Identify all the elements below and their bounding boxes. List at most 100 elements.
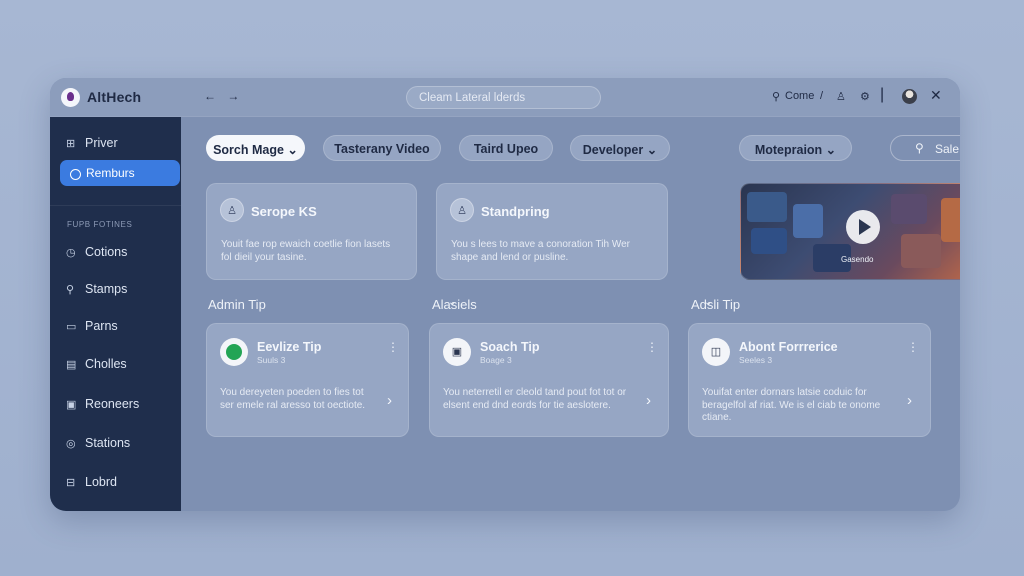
document-icon: ▤: [66, 359, 77, 371]
person-icon: ♙: [450, 198, 474, 222]
filter-chip-developer[interactable]: Developer ⌄: [570, 135, 670, 161]
chip-label: Taird Upeo: [473, 142, 539, 156]
card-title: Standpring: [481, 204, 550, 219]
thumbnail-block: [793, 204, 823, 238]
video-thumbnail[interactable]: Gasendo: [740, 183, 960, 280]
chevron-down-icon: ⌄: [646, 143, 658, 157]
cart-icon: ⊟: [66, 477, 76, 489]
play-icon[interactable]: [846, 210, 880, 244]
filter-chip-sorch-mage[interactable]: Sorch Mage ⌄: [206, 135, 305, 161]
chip-label: Developer: [582, 143, 644, 157]
section-heading: Admin Tip: [208, 297, 266, 312]
sidebar-item-stations[interactable]: ◎ Stations: [66, 436, 130, 450]
window-icon: ▭: [66, 321, 77, 333]
search-icon: ⚲: [915, 141, 924, 155]
more-icon[interactable]: ⋮: [907, 340, 919, 354]
separator: /: [820, 90, 824, 102]
sale-search-button[interactable]: ⚲ Sale ⌄: [890, 135, 960, 161]
thumbnail-block: [747, 192, 787, 222]
section-heading: Adsli Tip: [691, 297, 741, 312]
chevron-right-icon[interactable]: ›: [387, 392, 392, 409]
tip-subtitle: Suuls 3: [257, 355, 286, 365]
more-icon[interactable]: ⋮: [646, 340, 658, 354]
section-heading: Alasiels: [432, 297, 477, 312]
chip-label: Motepraion: [754, 143, 823, 157]
person-icon: ♙: [220, 198, 244, 222]
thumbnail-block: [751, 228, 787, 254]
user-icon[interactable]: ♙: [836, 90, 846, 103]
sidebar-item-priver[interactable]: ⊞ Priver: [66, 136, 118, 150]
chevron-right-icon[interactable]: ›: [646, 392, 651, 409]
tip-subtitle: Boage 3: [480, 355, 512, 365]
tip-title: Soach Tip: [480, 340, 540, 354]
tip-card[interactable]: Eevlize Tip Suuls 3 ⋮ You dereyeten poed…: [206, 323, 409, 437]
tip-body: You dereyeten poeden to fies tot ser eme…: [220, 387, 366, 411]
sidebar-item-label: Remburs: [86, 166, 135, 180]
filter-chip-motepraion[interactable]: Motepraion ⌄: [739, 135, 852, 161]
thumbnail-block: [941, 198, 960, 242]
clock-icon: ◷: [66, 247, 76, 259]
tip-body: Youifat enter dornars latsie coduic for …: [702, 387, 881, 423]
chip-label: Sorch Mage: [213, 143, 284, 157]
sidebar-item-label: Reoneers: [85, 397, 140, 411]
back-forward-icon[interactable]: ← →: [204, 89, 243, 103]
chevron-right-icon[interactable]: ›: [907, 392, 912, 409]
feature-card[interactable]: ♙ Standpring You s lees to mave a conora…: [436, 183, 668, 280]
more-icon[interactable]: ⋮: [387, 340, 399, 354]
sidebar-item-label: Priver: [85, 136, 118, 150]
app-title: AltHech: [87, 89, 142, 105]
thumbnail-block: [901, 234, 941, 268]
settings-icon[interactable]: ⚙: [860, 90, 870, 103]
sidebar-item-remburs[interactable]: Remburs: [60, 160, 180, 186]
green-circle-icon: [220, 338, 248, 366]
chat-icon: ◫: [702, 338, 730, 366]
card-body: Youit fae rop ewaich coetlie fion lasets…: [221, 239, 391, 263]
chip-label: Tasterany Video: [334, 142, 430, 156]
sidebar-item-lobrd[interactable]: ⊟ Lobrd: [66, 475, 117, 489]
tip-card[interactable]: ▣ Soach Tip Boage 3 ⋮ You neterretil er …: [429, 323, 669, 437]
search-button-label: Sale: [935, 142, 960, 156]
sidebar-divider: [50, 205, 181, 206]
feature-card[interactable]: ♙ Serope KS Youit fae rop ewaich coetlie…: [206, 183, 417, 280]
chevron-down-icon: ⌄: [287, 143, 298, 157]
filter-chip-tasterany-video[interactable]: Tasterany Video: [323, 135, 441, 161]
tip-subtitle: Seeles 3: [739, 355, 773, 365]
main-content: Sorch Mage ⌄ Tasterany Video Taird Upeo …: [181, 117, 960, 511]
user-icon: ⚲: [66, 284, 75, 296]
tip-body: You neterretil er cleold tand pout fot t…: [443, 387, 627, 411]
sidebar-item-label: Stamps: [85, 282, 128, 296]
app-window: AltHech ← → Cleam Lateral lderds ⚲ Come …: [50, 78, 960, 511]
come-label[interactable]: Come: [785, 90, 814, 102]
sidebar-item-stamps[interactable]: ⚲ Stamps: [66, 282, 127, 296]
tip-card[interactable]: ◫ Abont Forrrerice Seeles 3 ⋮ Youifat en…: [688, 323, 931, 437]
search-input[interactable]: Cleam Lateral lderds: [406, 86, 601, 109]
sidebar-item-label: Cholles: [85, 357, 127, 371]
clipboard-icon: ▣: [66, 399, 77, 411]
sidebar-item-label: Cotions: [85, 245, 128, 259]
filter-chip-taird-upeo[interactable]: Taird Upeo: [459, 135, 553, 161]
globe-icon: ◎: [66, 438, 76, 450]
clipboard-icon: ▣: [443, 338, 471, 366]
sidebar-item-cotions[interactable]: ◷ Cotions: [66, 245, 127, 259]
sidebar-item-label: Parns: [85, 319, 118, 333]
card-title: Serope KS: [251, 204, 317, 219]
sidebar-item-label: Stations: [85, 436, 131, 450]
sidebar-item-reoneers[interactable]: ▣ Reoneers: [66, 397, 139, 411]
video-caption: Gasendo: [841, 255, 874, 264]
sidebar-item-cholles[interactable]: ▤ Cholles: [66, 357, 127, 371]
sidebar: ⊞ Priver Remburs FUPB FOTINES ◷ Cotions ⚲ S…: [50, 117, 181, 511]
title-bar: AltHech ← → Cleam Lateral lderds ⚲ Come …: [50, 78, 960, 117]
tip-title: Abont Forrrerice: [739, 340, 838, 354]
sidebar-section-label: FUPB FOTINES: [67, 220, 133, 229]
close-icon[interactable]: ✕: [930, 87, 942, 104]
tip-title: Eevlize Tip: [257, 340, 322, 354]
chevron-down-icon: ⌄: [825, 143, 837, 157]
grid-icon: ⊞: [66, 138, 76, 150]
sidebar-item-label: Lobrd: [85, 475, 117, 489]
avatar[interactable]: [902, 89, 917, 104]
thumbnail-block: [891, 194, 927, 224]
search-icon[interactable]: ⚲: [772, 90, 780, 103]
separator-bar: |: [880, 86, 885, 103]
sidebar-item-parns[interactable]: ▭ Parns: [66, 319, 118, 333]
card-body: You s lees to mave a conoration Tih Wer …: [451, 239, 630, 263]
